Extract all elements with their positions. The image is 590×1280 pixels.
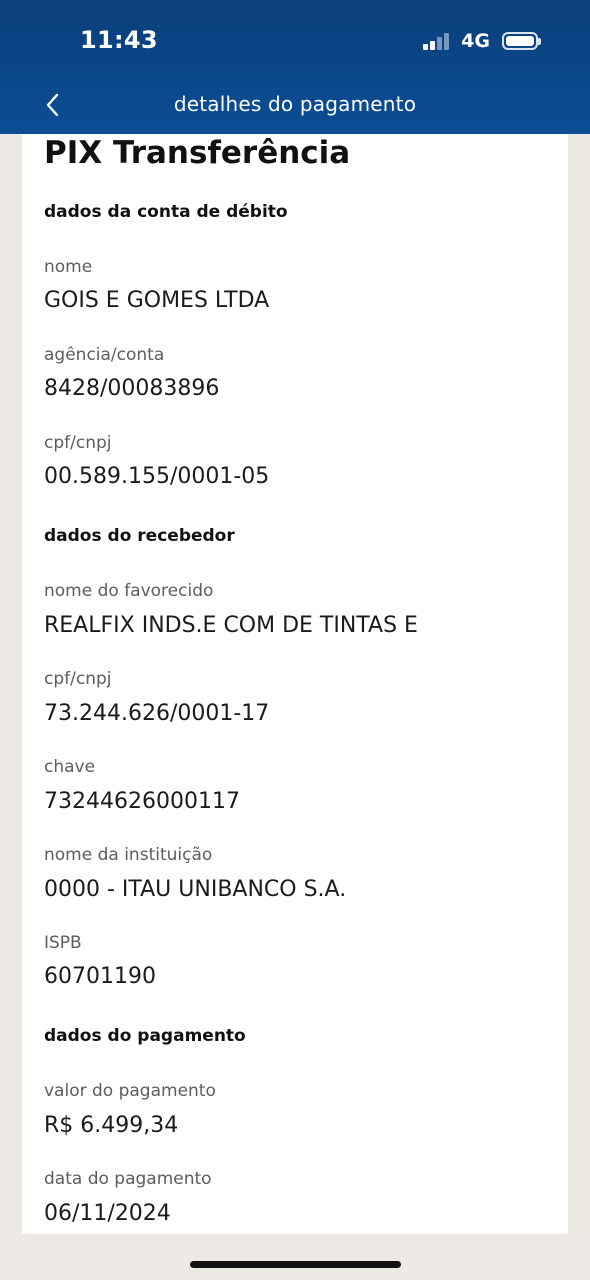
receiver-institution-label: nome da instituição (44, 845, 213, 865)
page-title: PIX Transferência (44, 135, 351, 171)
receiver-key-label: chave (44, 757, 96, 777)
payment-date-label: data do pagamento (44, 1169, 212, 1189)
receiver-name-label: nome do favorecido (44, 581, 214, 601)
status-time: 11:43 (80, 26, 158, 54)
status-icons: 4G (423, 29, 541, 53)
section-title-receiver: dados do recebedor (44, 526, 235, 546)
debit-branch-label: agência/conta (44, 345, 165, 365)
receiver-institution-value: 0000 - ITAU UNIBANCO S.A. (44, 877, 347, 902)
cellular-signal-icon (423, 32, 451, 50)
debit-doc-label: cpf/cnpj (44, 433, 112, 453)
payment-details-card: PIX Transferência dados da conta de débi… (22, 134, 568, 1234)
receiver-key-value: 73244626000117 (44, 789, 240, 814)
debit-name-value: GOIS E GOMES LTDA (44, 288, 270, 313)
screen-title: detalhes do pagamento (173, 92, 417, 116)
section-title-debit-account: dados da conta de débito (44, 202, 288, 222)
receiver-doc-value: 73.244.626/0001-17 (44, 701, 270, 726)
receiver-ispb-value: 60701190 (44, 964, 156, 989)
section-title-payment: dados do pagamento (44, 1026, 246, 1046)
network-type: 4G (461, 30, 490, 52)
battery-icon (502, 32, 541, 50)
payment-amount-value: R$ 6.499,34 (44, 1113, 179, 1138)
home-indicator[interactable] (190, 1261, 401, 1268)
payment-date-value: 06/11/2024 (44, 1201, 171, 1226)
receiver-ispb-label: ISPB (44, 933, 82, 953)
debit-name-label: nome (44, 257, 93, 277)
app-header: 11:43 4G detalhes do pagamento (0, 0, 590, 134)
debit-branch-value: 8428/00083896 (44, 376, 220, 401)
receiver-name-value: REALFIX INDS.E COM DE TINTAS E (44, 613, 418, 638)
payment-amount-label: valor do pagamento (44, 1081, 216, 1101)
debit-doc-value: 00.589.155/0001-05 (44, 464, 270, 489)
receiver-doc-label: cpf/cnpj (44, 669, 112, 689)
